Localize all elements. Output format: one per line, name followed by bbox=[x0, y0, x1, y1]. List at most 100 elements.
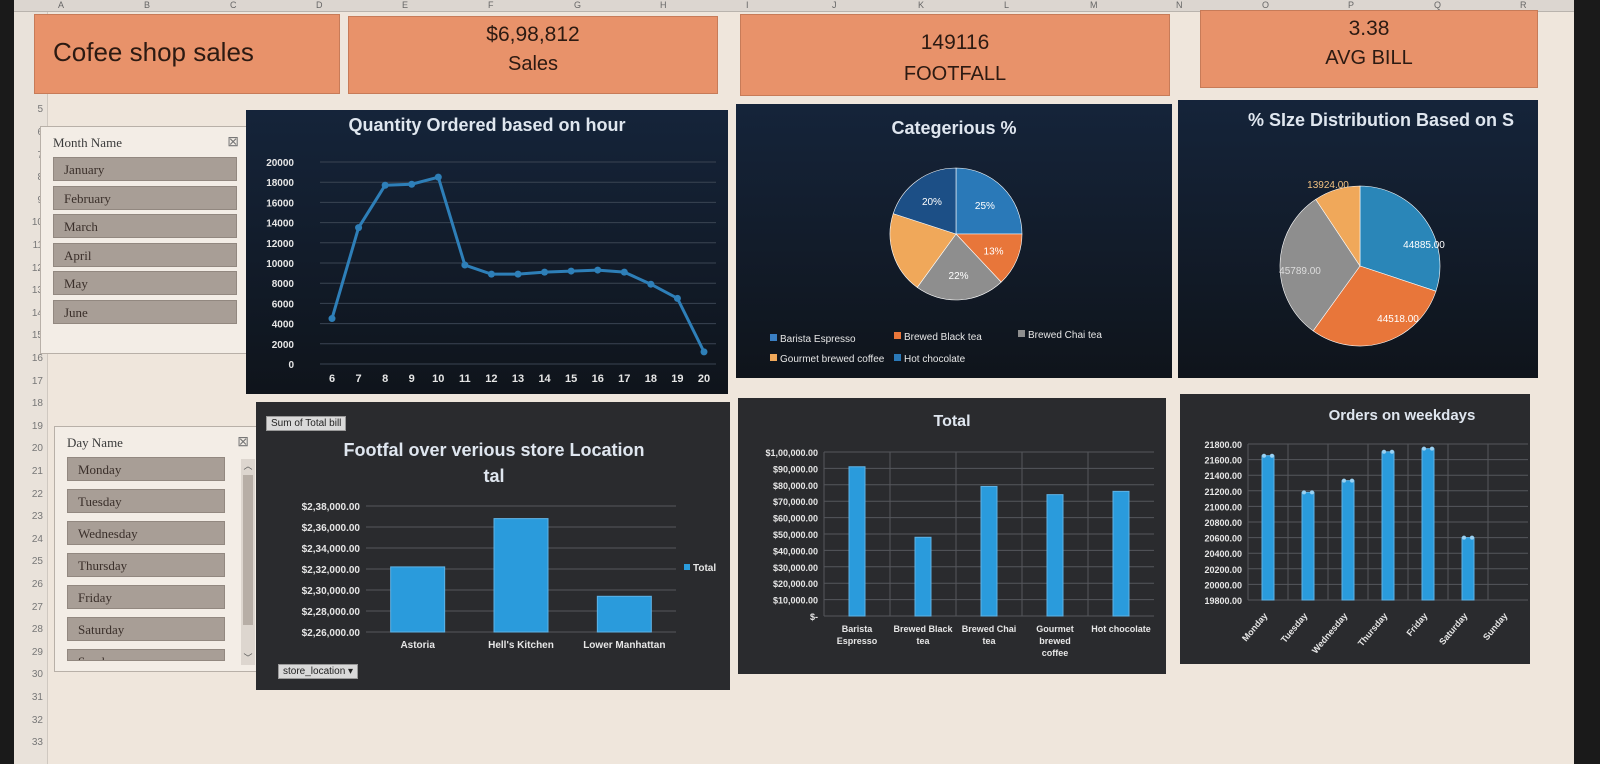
y-tick-label: 0 bbox=[288, 360, 294, 371]
store-location-filter-button[interactable]: store_location ▾ bbox=[278, 664, 359, 679]
month-slicer-item-january[interactable]: January bbox=[53, 157, 237, 181]
filter-button-label: store_location bbox=[283, 666, 346, 677]
legend-label: Hot chocolate bbox=[904, 354, 966, 365]
x-tick-label: 12 bbox=[485, 373, 497, 385]
column-header-q[interactable]: Q bbox=[1434, 0, 1441, 10]
day-slicer-item-friday[interactable]: Friday bbox=[67, 585, 225, 609]
column-header-k[interactable]: K bbox=[918, 0, 924, 10]
row-header-18[interactable]: 18 bbox=[32, 398, 43, 409]
column-header-o[interactable]: O bbox=[1262, 0, 1269, 10]
column-header-a[interactable]: A bbox=[58, 0, 64, 10]
column-header-n[interactable]: N bbox=[1176, 0, 1183, 10]
y-tick-label: $2,32,000.00 bbox=[302, 565, 361, 576]
row-header-5[interactable]: 5 bbox=[37, 104, 43, 115]
month-slicer-item-june[interactable]: June bbox=[53, 299, 237, 324]
row-header-27[interactable]: 27 bbox=[32, 602, 43, 613]
scrollbar[interactable]: ︿ ﹀ bbox=[241, 459, 255, 665]
x-tick-label: Tuesday bbox=[1279, 611, 1310, 645]
scroll-up-icon[interactable]: ︿ bbox=[241, 459, 255, 473]
column-header-b[interactable]: B bbox=[144, 0, 150, 10]
y-tick-label: 20000.00 bbox=[1204, 580, 1242, 590]
row-header-32[interactable]: 32 bbox=[32, 715, 43, 726]
day-slicer-item-saturday[interactable]: Saturday bbox=[67, 617, 225, 641]
clear-filter-icon[interactable]: ⊠ bbox=[237, 433, 249, 450]
column-header-l[interactable]: L bbox=[1004, 0, 1009, 10]
day-slicer-item-monday[interactable]: Monday bbox=[67, 457, 225, 481]
column-header-i[interactable]: I bbox=[746, 0, 749, 10]
y-tick-label: 14000 bbox=[266, 219, 294, 230]
x-tick-label: Thursday bbox=[1356, 611, 1390, 648]
y-tick-label: 21800.00 bbox=[1204, 440, 1242, 450]
column-header-j[interactable]: J bbox=[832, 0, 837, 10]
month-slicer-item-february[interactable]: February bbox=[53, 185, 237, 210]
month-slicer-item-may[interactable]: May bbox=[53, 271, 237, 295]
month-slicer[interactable]: Month Name ⊠ January February March April Ma… bbox=[40, 126, 250, 354]
marker bbox=[1422, 446, 1426, 451]
month-slicer-item-april[interactable]: April bbox=[53, 242, 237, 267]
chart-category-total[interactable]: Total $- $10,000.00 $20,000.00 $30,000.00 $40… bbox=[738, 398, 1166, 674]
row-header-25[interactable]: 25 bbox=[32, 556, 43, 567]
chart-category-pie[interactable]: Categerious % 25% 13% 22% 20% Barista Espress… bbox=[736, 104, 1172, 378]
scroll-thumb[interactable] bbox=[243, 475, 253, 625]
row-header-33[interactable]: 33 bbox=[32, 737, 43, 748]
row-header-23[interactable]: 23 bbox=[32, 511, 43, 522]
month-slicer-item-march[interactable]: March bbox=[53, 214, 237, 238]
day-slicer-item-thursday[interactable]: Thursday bbox=[67, 553, 225, 577]
day-slicer-item-tuesday[interactable]: Tuesday bbox=[67, 489, 225, 513]
bar bbox=[1381, 451, 1395, 601]
column-header-d[interactable]: D bbox=[316, 0, 323, 10]
chart-subtitle: tal bbox=[483, 466, 504, 486]
legend-swatch bbox=[894, 354, 901, 361]
row-header-29[interactable]: 29 bbox=[32, 647, 43, 658]
x-tick-label: 10 bbox=[432, 373, 444, 385]
y-tick-label: 12000 bbox=[266, 239, 294, 250]
dashboard-title[interactable]: Cofee shop sales bbox=[34, 14, 340, 94]
scroll-down-icon[interactable]: ﹀ bbox=[241, 651, 255, 665]
day-slicer-item-wednesday[interactable]: Wednesday bbox=[67, 521, 225, 545]
pivot-field-button[interactable]: Sum of Total bill bbox=[266, 416, 347, 431]
line-chart-svg: Quantity Ordered based on hour 0 2000 4000 6… bbox=[266, 115, 716, 385]
column-header-r[interactable]: R bbox=[1520, 0, 1527, 10]
row-header-16[interactable]: 16 bbox=[32, 353, 43, 364]
row-header-17[interactable]: 17 bbox=[32, 376, 43, 387]
column-header-g[interactable]: G bbox=[574, 0, 581, 10]
day-slicer[interactable]: Day Name ⊠ Monday Tuesday Wednesday Thursda… bbox=[54, 426, 260, 672]
row-header-20[interactable]: 20 bbox=[32, 443, 43, 454]
data-point bbox=[594, 266, 602, 274]
bar bbox=[1046, 494, 1064, 617]
row-header-22[interactable]: 22 bbox=[32, 489, 43, 500]
footfall-card[interactable]: 149116 FOOTFALL bbox=[740, 14, 1170, 96]
row-header-24[interactable]: 24 bbox=[32, 534, 43, 545]
column-header-c[interactable]: C bbox=[230, 0, 237, 10]
day-slicer-item-sunday[interactable]: Sunday bbox=[67, 649, 225, 661]
x-tick-label: 11 bbox=[459, 373, 471, 385]
row-header-28[interactable]: 28 bbox=[32, 624, 43, 635]
row-header-30[interactable]: 30 bbox=[32, 669, 43, 680]
column-header-e[interactable]: E bbox=[402, 0, 408, 10]
row-header-19[interactable]: 19 bbox=[32, 421, 43, 432]
column-header-p[interactable]: P bbox=[1348, 0, 1354, 10]
footfall-label: FOOTFALL bbox=[903, 63, 1007, 85]
marker bbox=[1470, 535, 1474, 540]
column-header-h[interactable]: H bbox=[660, 0, 667, 10]
chart-size-pie[interactable]: % SIze Distribution Based on S 44885.00 44… bbox=[1178, 100, 1538, 378]
x-tick-label: 7 bbox=[356, 373, 362, 385]
column-header-f[interactable]: F bbox=[488, 0, 494, 10]
x-tick-label: Friday bbox=[1405, 611, 1430, 638]
x-tick-label: Saturday bbox=[1437, 611, 1469, 647]
marker bbox=[1342, 478, 1346, 483]
marker bbox=[1310, 490, 1314, 495]
chart-weekday-orders[interactable]: Orders on weekdays 19800.00 20000.00 20200.… bbox=[1180, 394, 1530, 664]
avg-bill-card[interactable]: 3.38 AVG BILL bbox=[1200, 10, 1538, 88]
chart-store-location[interactable]: Footfal over verious store Location tal $2… bbox=[256, 402, 730, 690]
y-tick-label: 18000 bbox=[266, 178, 294, 189]
row-header-31[interactable]: 31 bbox=[32, 692, 43, 703]
data-label: 22% bbox=[949, 271, 969, 282]
row-header-21[interactable]: 21 bbox=[32, 466, 43, 477]
clear-filter-icon[interactable]: ⊠ bbox=[227, 133, 239, 150]
sales-card[interactable]: $6,98,812 Sales bbox=[348, 16, 718, 94]
chart-hourly-quantity[interactable]: Quantity Ordered based on hour 0 2000 4000 6… bbox=[246, 110, 728, 394]
row-header-26[interactable]: 26 bbox=[32, 579, 43, 590]
column-header-m[interactable]: M bbox=[1090, 0, 1098, 10]
data-label: 44518.00 bbox=[1377, 314, 1419, 325]
